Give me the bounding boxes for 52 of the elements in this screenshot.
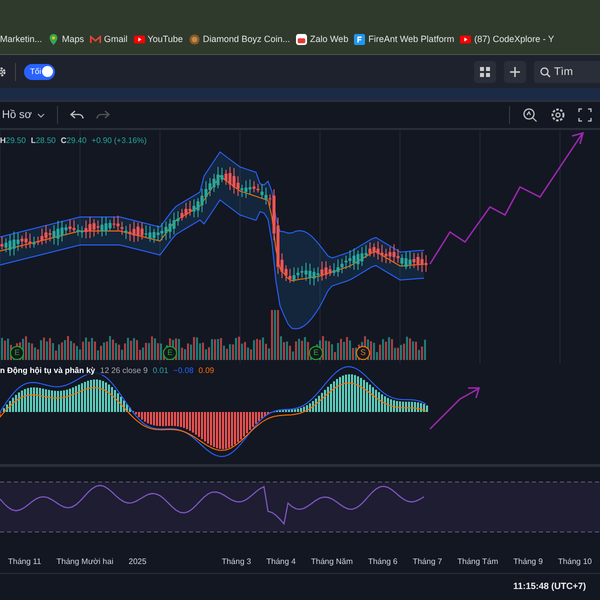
indicator-value: 0.09 <box>198 366 214 375</box>
indicator-value: 0.01 <box>152 366 168 375</box>
bookmark[interactable]: Gmail <box>90 34 128 44</box>
clock-time: 11:15:48 (UTC+7) <box>513 581 586 591</box>
settings-icon[interactable] <box>550 107 566 123</box>
time-label: Tháng Mười hai <box>56 556 114 566</box>
play-icon <box>134 34 145 44</box>
play-icon <box>460 34 472 44</box>
time-label: Tháng 7 <box>412 556 442 566</box>
time-label: Tháng 10 <box>558 556 592 566</box>
time-label: Tháng 9 <box>513 556 543 566</box>
bookmark[interactable]: Marketin... <box>0 34 42 44</box>
indicator-title: n Động hội tụ và phân kỳ <box>0 366 96 375</box>
search-icon <box>540 66 551 78</box>
fullscreen-icon[interactable] <box>578 108 592 122</box>
time-label: Tháng 6 <box>368 556 398 566</box>
indicator-params: 12 26 close 9 <box>100 366 148 375</box>
ohlc-value: L28.50 <box>30 136 56 145</box>
profile-dropdown[interactable]: Hồ sơ <box>2 109 45 121</box>
undo-icon[interactable] <box>70 109 84 121</box>
indicator-value: −0.08 <box>173 366 194 375</box>
bookmark[interactable]: FireAnt Web Platform <box>354 34 454 44</box>
ohlc-value: C29.40 <box>60 136 87 145</box>
chevron-down-icon <box>36 112 45 118</box>
ohlc-value: H29.50 <box>0 136 26 145</box>
theme-toggle[interactable]: Tối <box>24 64 56 80</box>
event-marker[interactable]: S <box>356 346 370 360</box>
bookmark[interactable]: Diamond Boyz Coin... <box>188 34 290 44</box>
time-label: Tháng 4 <box>266 556 296 566</box>
grid-icon[interactable] <box>474 60 496 82</box>
bookmark[interactable]: YouTube <box>134 34 183 44</box>
redo-icon[interactable] <box>96 109 110 121</box>
plus-icon[interactable] <box>504 60 526 82</box>
search-field[interactable]: Tìm <box>534 60 600 82</box>
chat-icon <box>296 34 307 44</box>
trend-arrow <box>429 387 480 430</box>
coin-icon <box>188 34 200 44</box>
time-label: Tháng Năm <box>311 556 353 566</box>
ohlc-value: +0.90 (+3.16%) <box>92 136 147 145</box>
map-pin-icon <box>48 34 60 44</box>
time-label: Tháng 3 <box>222 556 252 566</box>
bookmark[interactable]: Zalo Web <box>296 34 348 44</box>
event-marker[interactable]: E <box>309 346 323 360</box>
bookmark[interactable]: Maps <box>48 34 84 44</box>
mail-icon <box>90 34 102 44</box>
event-marker[interactable]: E <box>163 346 177 360</box>
bookmark[interactable]: (87) CodeXplore - Y <box>460 34 554 44</box>
app-icon <box>354 34 366 44</box>
time-label: Tháng 11 <box>8 556 42 566</box>
time-label: Tháng Tám <box>457 556 498 566</box>
time-label: 2025 <box>128 556 146 566</box>
zoom-icon[interactable] <box>522 107 538 123</box>
